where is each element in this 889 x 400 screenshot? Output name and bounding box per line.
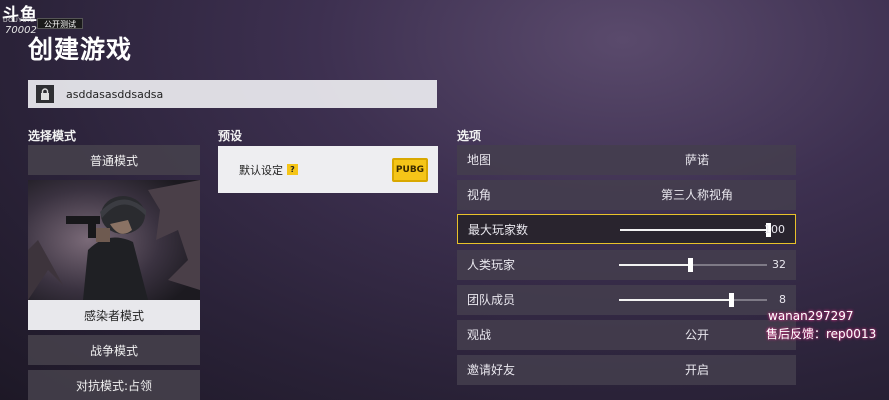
mode-infection-card[interactable]: 感染者模式 [28, 180, 200, 330]
lock-icon[interactable] [36, 85, 54, 103]
help-icon[interactable]: ? [287, 164, 298, 175]
option-team-members[interactable]: 团队成员 8 [457, 285, 796, 315]
pubg-logo: PUBG [392, 158, 428, 182]
option-max-players[interactable]: 最大玩家数 100 [457, 214, 796, 244]
mode-conquest-button[interactable]: 对抗模式:占领 [28, 370, 200, 400]
option-label: 地图 [467, 153, 492, 167]
option-value: 萨诺 [684, 153, 709, 167]
mode-war-button[interactable]: 战争模式 [28, 335, 200, 365]
public-test-badge: 公开测试 [37, 18, 83, 29]
infection-mode-artwork [28, 180, 200, 300]
mode-section-title: 选择模式 [28, 129, 77, 143]
option-label: 最大玩家数 [468, 223, 529, 237]
option-label: 团队成员 [467, 293, 516, 307]
preset-section-title: 预设 [218, 129, 243, 143]
human-players-slider[interactable] [619, 258, 767, 272]
option-perspective[interactable]: 视角 第三人称视角 [457, 180, 796, 210]
option-value: 第三人称视角 [660, 188, 733, 202]
douyu-url: DOUYU.C [3, 17, 35, 24]
option-label: 邀请好友 [467, 363, 516, 377]
slider-handle[interactable] [729, 293, 735, 307]
slider-handle[interactable] [688, 258, 694, 272]
option-spectate[interactable]: 观战 公开 [457, 320, 796, 350]
mode-infection-label: 感染者模式 [28, 300, 200, 330]
preset-default-label: 默认设定 [239, 163, 283, 177]
game-name-input[interactable]: asddasasddsadsa [66, 88, 163, 101]
streamer-id-overlay: wanan297297 [768, 309, 854, 323]
option-value: 32 [772, 258, 786, 271]
preset-default-card[interactable]: 默认设定 ? PUBG [218, 146, 438, 193]
option-value: 100 [764, 223, 785, 236]
mode-normal-button[interactable]: 普通模式 [28, 145, 200, 175]
feedback-overlay: 售后反馈：rep0013 [766, 327, 877, 341]
team-members-slider[interactable] [619, 293, 767, 307]
option-invite-friends[interactable]: 邀请好友 开启 [457, 355, 796, 385]
option-value: 开启 [684, 363, 709, 377]
option-label: 观战 [467, 328, 492, 342]
option-human-players[interactable]: 人类玩家 32 [457, 250, 796, 280]
page-title: 创建游戏 [28, 35, 133, 64]
option-label: 视角 [467, 188, 492, 202]
options-section-title: 选项 [457, 129, 482, 143]
option-map[interactable]: 地图 萨诺 [457, 145, 796, 175]
game-name-field[interactable]: asddasasddsadsa [28, 80, 437, 108]
option-value: 公开 [684, 328, 709, 342]
option-label: 人类玩家 [467, 258, 516, 272]
max-players-slider[interactable] [620, 223, 771, 237]
